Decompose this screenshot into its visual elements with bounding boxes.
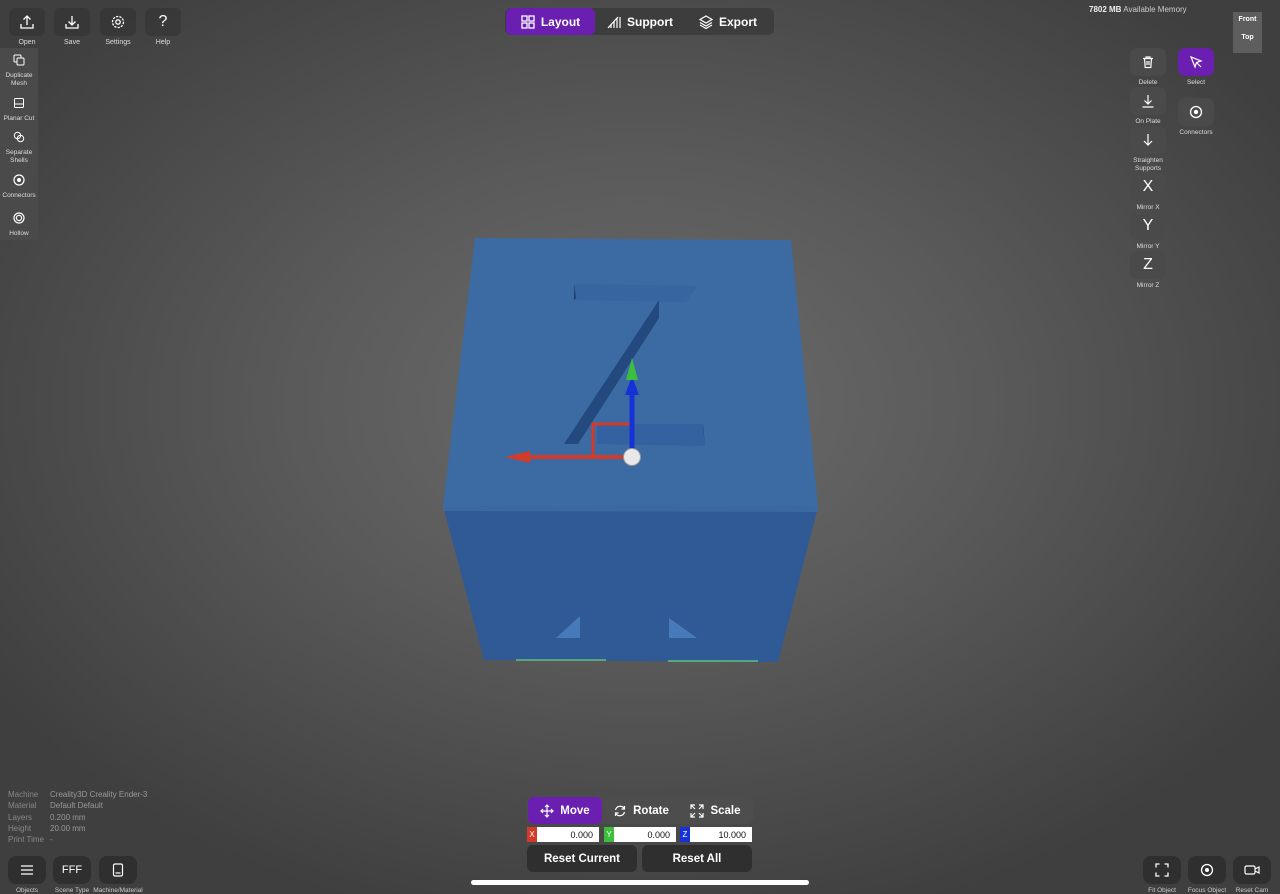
y-coordinate-field[interactable]: Y: [604, 827, 676, 842]
scene-type-button[interactable]: FFF Scene Type: [53, 856, 91, 894]
scene-type-label: Scene Type: [54, 887, 90, 894]
objects-label: Objects: [15, 887, 39, 894]
fit-object-label: Fit Object: [1148, 887, 1176, 894]
print-info: Machine Creality3D Creality Ender-3 Mater…: [8, 789, 147, 845]
rotate-icon: [613, 804, 627, 818]
machine-material-button[interactable]: Machine/Material: [93, 856, 143, 894]
x-coordinate-field[interactable]: X: [527, 827, 599, 842]
objects-button[interactable]: Objects: [8, 856, 46, 894]
material-label: Material: [8, 801, 37, 811]
machine-material-label: Machine/Material: [93, 887, 143, 894]
x-input[interactable]: [537, 829, 597, 840]
z-input[interactable]: [690, 829, 750, 840]
camera-icon: [1244, 864, 1260, 876]
transform-mode-selector: Move Rotate Scale: [527, 797, 753, 824]
print-time-label: Print Time: [8, 835, 45, 845]
reset-cam-label: Reset Cam: [1235, 887, 1269, 894]
viewport-3d[interactable]: [0, 0, 1280, 894]
reset-all-button[interactable]: Reset All: [642, 845, 752, 872]
height-value: 20.00 mm: [50, 824, 86, 834]
move-label: Move: [560, 804, 590, 817]
machine-label: Machine: [8, 790, 39, 800]
z-axis-tag: Z: [680, 827, 690, 842]
layers-label: Layers: [8, 812, 33, 822]
reset-current-button[interactable]: Reset Current: [527, 845, 637, 872]
y-axis-tag: Y: [604, 827, 614, 842]
material-value: Default Default: [50, 801, 103, 811]
move-icon: [540, 803, 555, 818]
layers-value: 0.200 mm: [50, 812, 86, 822]
scale-icon: [690, 803, 705, 818]
scale-label: Scale: [710, 804, 741, 817]
move-mode-button[interactable]: Move: [528, 797, 602, 824]
print-time-value: -: [50, 835, 53, 845]
x-axis-tag: X: [527, 827, 537, 842]
home-indicator[interactable]: [471, 880, 809, 885]
focus-object-label: Focus Object: [1187, 887, 1227, 894]
rotate-label: Rotate: [633, 804, 669, 817]
height-label: Height: [8, 824, 32, 834]
machine-value: Creality3D Creality Ender-3: [50, 790, 148, 800]
focus-icon: [1200, 863, 1214, 877]
rotate-mode-button[interactable]: Rotate: [604, 797, 678, 824]
menu-icon: [20, 864, 34, 876]
z-coordinate-field[interactable]: Z: [680, 827, 752, 842]
focus-object-button[interactable]: Focus Object: [1187, 856, 1227, 894]
scale-mode-button[interactable]: Scale: [679, 797, 752, 824]
scene-type-glyph: FFF: [61, 864, 83, 876]
y-input[interactable]: [614, 829, 674, 840]
fit-icon: [1155, 863, 1169, 877]
reset-cam-button[interactable]: Reset Cam: [1233, 856, 1271, 894]
gizmo-center-handle: [623, 448, 641, 466]
printer-icon: [112, 863, 124, 877]
fit-object-button[interactable]: Fit Object: [1143, 856, 1181, 894]
